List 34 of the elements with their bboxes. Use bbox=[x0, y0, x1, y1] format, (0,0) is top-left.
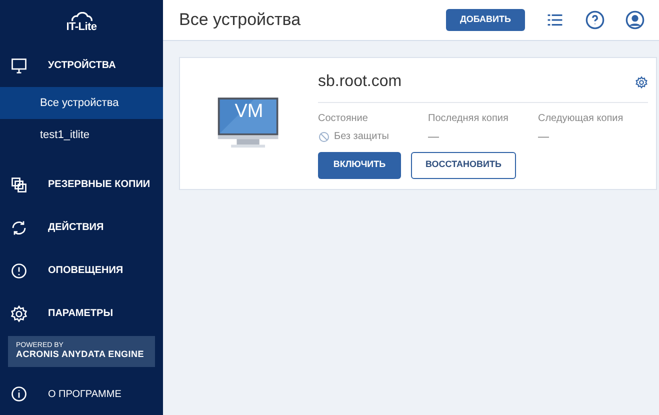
about-nav-item[interactable]: О ПРОГРАММЕ bbox=[0, 374, 163, 414]
copies-icon bbox=[10, 176, 28, 194]
info-icon bbox=[10, 385, 28, 403]
add-button[interactable]: ДОБАВИТЬ bbox=[446, 9, 525, 31]
field-label: Последняя копия bbox=[428, 112, 510, 126]
nav-item[interactable]: ПАРАМЕТРЫ bbox=[0, 292, 163, 335]
list-icon[interactable] bbox=[547, 12, 563, 28]
nav-item[interactable]: РЕЗЕРВНЫЕ КОПИИ bbox=[0, 163, 163, 206]
engine-label: ACRONIS ANYDATA ENGINE bbox=[16, 349, 145, 361]
enable-button[interactable]: ВКЛЮЧИТЬ bbox=[318, 152, 401, 178]
no-protection-icon bbox=[318, 130, 330, 142]
nav-subitem[interactable]: test1_itlite bbox=[0, 119, 163, 151]
nav-subitem[interactable]: Все устройства bbox=[0, 87, 163, 119]
field-value: — bbox=[538, 130, 550, 145]
help-icon[interactable] bbox=[585, 10, 605, 30]
cloud-logo-icon bbox=[70, 12, 94, 22]
restore-button[interactable]: ВОССТАНОВИТЬ bbox=[411, 152, 516, 178]
user-icon[interactable] bbox=[625, 10, 645, 30]
nav-item[interactable]: ОПОВЕЩЕНИЯ bbox=[0, 249, 163, 292]
page-title: Все устройства bbox=[179, 9, 302, 32]
field-value: — bbox=[428, 130, 440, 145]
nav-item[interactable]: ДЕЙСТВИЯ bbox=[0, 206, 163, 249]
alert-icon bbox=[10, 262, 28, 280]
settings-icon bbox=[10, 304, 28, 322]
logo-text: IT-Lite bbox=[66, 22, 97, 32]
device-name: sb.root.com bbox=[318, 72, 403, 92]
nav-item[interactable]: УСТРОЙСТВА bbox=[0, 44, 163, 87]
settings-icon[interactable] bbox=[635, 76, 648, 88]
field-label: Следующая копия bbox=[538, 112, 624, 126]
field-value: Без защиты bbox=[334, 130, 389, 144]
vm-label: VM bbox=[234, 102, 264, 121]
monitor-icon bbox=[10, 56, 28, 74]
sync-icon bbox=[10, 218, 28, 236]
field-label: Состояние bbox=[318, 112, 369, 126]
